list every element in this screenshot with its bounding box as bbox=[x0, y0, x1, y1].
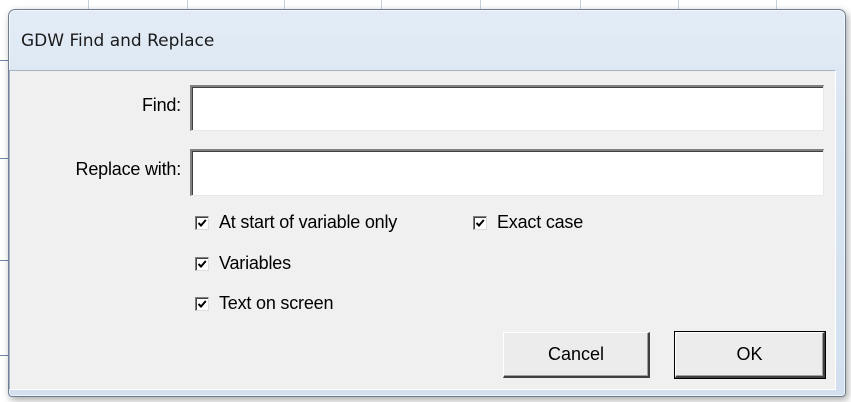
ok-button[interactable]: OK bbox=[674, 331, 826, 379]
replace-input[interactable] bbox=[190, 149, 824, 196]
checkmark-icon bbox=[197, 259, 207, 268]
variables-checkbox[interactable] bbox=[195, 256, 209, 271]
exact-case-option[interactable]: Exact case bbox=[473, 212, 583, 233]
dialog-client-area: Find: Replace with: At start of variable… bbox=[9, 70, 836, 390]
find-label: Find: bbox=[141, 95, 181, 115]
find-input[interactable] bbox=[190, 85, 824, 131]
cancel-button[interactable]: Cancel bbox=[503, 332, 650, 378]
dialog-title: GDW Find and Replace bbox=[21, 31, 215, 51]
text-on-screen-checkbox[interactable] bbox=[195, 296, 209, 311]
variables-option[interactable]: Variables bbox=[195, 253, 291, 274]
exact-case-checkbox[interactable] bbox=[473, 215, 487, 230]
checkmark-icon bbox=[475, 218, 485, 227]
checkmark-icon bbox=[197, 218, 207, 227]
text-on-screen-label: Text on screen bbox=[219, 293, 334, 313]
find-replace-dialog: GDW Find and Replace Find: Replace with:… bbox=[8, 9, 846, 397]
start-of-variable-option[interactable]: At start of variable only bbox=[195, 212, 397, 233]
text-on-screen-option[interactable]: Text on screen bbox=[195, 293, 333, 314]
start-of-variable-label: At start of variable only bbox=[219, 212, 398, 232]
checkmark-icon bbox=[197, 299, 207, 308]
start-of-variable-checkbox[interactable] bbox=[195, 215, 209, 230]
replace-label: Replace with: bbox=[75, 159, 182, 179]
exact-case-label: Exact case bbox=[497, 212, 584, 232]
variables-label: Variables bbox=[219, 253, 291, 273]
